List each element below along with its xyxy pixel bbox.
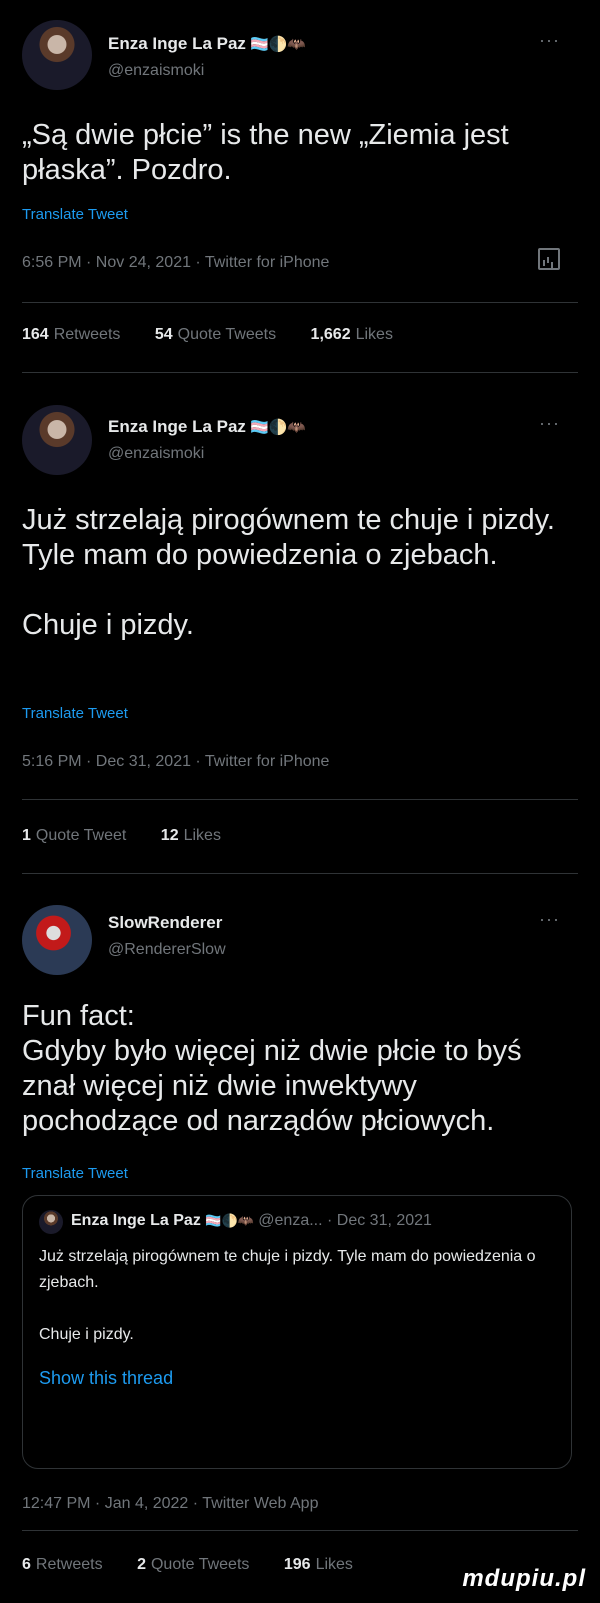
tweet-text: Fun fact: Gdyby było więcej niż dwie płc…: [22, 1000, 522, 1137]
quoted-tweet-header: Enza Inge La Paz 🏳️‍⚧️🌓🦇 @enza... · Dec …: [71, 1212, 432, 1230]
likes-stat[interactable]: 12 Likes: [161, 827, 221, 844]
tweet-1[interactable]: Enza Inge La Paz 🏳️‍⚧️🌓🦇 @enzaismoki ··· …: [0, 0, 600, 375]
handle[interactable]: @enzaismoki: [108, 62, 204, 80]
avatar[interactable]: [22, 20, 92, 90]
handle[interactable]: @RendererSlow: [108, 941, 226, 959]
display-name[interactable]: Enza Inge La Paz 🏳️‍⚧️🌓🦇: [108, 417, 306, 437]
tweet-meta[interactable]: 6:56 PM · Nov 24, 2021 · Twitter for iPh…: [22, 254, 329, 272]
translate-tweet-link[interactable]: Translate Tweet: [22, 206, 128, 223]
quoted-text: Już strzelają pirogównem te chuje i pizd…: [39, 1244, 559, 1374]
tweet-stats: 1 Quote Tweet 12 Likes: [22, 827, 251, 845]
divider: [22, 799, 578, 800]
tweet-2[interactable]: Enza Inge La Paz 🏳️‍⚧️🌓🦇 @enzaismoki ··· …: [0, 375, 600, 875]
tweet-text: „Są dwie płcie” is the new „Ziemia jest …: [22, 119, 509, 186]
tweet-stats: 6 Retweets 2 Quote Tweets 196 Likes: [22, 1556, 383, 1574]
name-emoji: 🏳️‍⚧️🌓🦇: [249, 36, 306, 53]
quoted-paragraph: Chuje i pizdy.: [39, 1326, 134, 1343]
more-options-icon[interactable]: ···: [539, 30, 560, 51]
display-name[interactable]: Enza Inge La Paz 🏳️‍⚧️🌓🦇: [108, 34, 306, 54]
name-emoji: 🏳️‍⚧️🌓🦇: [205, 1213, 254, 1228]
tweet-paragraph: Już strzelają pirogównem te chuje i pizd…: [22, 504, 555, 571]
analytics-icon[interactable]: [538, 248, 560, 270]
more-options-icon[interactable]: ···: [539, 413, 560, 434]
tweet-paragraph: Chuje i pizdy.: [22, 609, 194, 641]
quote-tweets-stat[interactable]: 2 Quote Tweets: [137, 1556, 249, 1573]
likes-stat[interactable]: 1,662 Likes: [311, 326, 393, 343]
tweet-meta[interactable]: 12:47 PM · Jan 4, 2022 · Twitter Web App: [22, 1495, 318, 1513]
handle[interactable]: @enzaismoki: [108, 445, 204, 463]
quoted-meta: @enza... · Dec 31, 2021: [258, 1212, 432, 1229]
quoted-paragraph: Już strzelają pirogównem te chuje i pizd…: [39, 1248, 536, 1291]
avatar[interactable]: [22, 405, 92, 475]
more-options-icon[interactable]: ···: [539, 909, 560, 930]
tweet-text: Już strzelają pirogównem te chuje i pizd…: [22, 503, 577, 643]
retweets-stat[interactable]: 6 Retweets: [22, 1556, 103, 1573]
translate-tweet-link[interactable]: Translate Tweet: [22, 1165, 128, 1182]
retweets-stat[interactable]: 164 Retweets: [22, 326, 120, 343]
show-thread-link[interactable]: Show this thread: [39, 1368, 173, 1389]
translate-tweet-link[interactable]: Translate Tweet: [22, 705, 128, 722]
display-name[interactable]: SlowRenderer: [108, 913, 222, 933]
divider: [22, 372, 578, 373]
display-name: Enza Inge La Paz: [71, 1212, 201, 1229]
divider: [22, 873, 578, 874]
likes-stat[interactable]: 196 Likes: [284, 1556, 353, 1573]
divider: [22, 302, 578, 303]
watermark: mdupiu.pl: [462, 1565, 586, 1592]
divider: [22, 1530, 578, 1531]
name-emoji: 🏳️‍⚧️🌓🦇: [249, 419, 306, 436]
quote-tweets-stat[interactable]: 1 Quote Tweet: [22, 827, 126, 844]
avatar[interactable]: [39, 1210, 63, 1234]
tweet-meta[interactable]: 5:16 PM · Dec 31, 2021 · Twitter for iPh…: [22, 753, 329, 771]
quoted-tweet[interactable]: Enza Inge La Paz 🏳️‍⚧️🌓🦇 @enza... · Dec …: [22, 1195, 572, 1469]
tweet-stats: 164 Retweets 54 Quote Tweets 1,662 Likes: [22, 326, 423, 344]
avatar[interactable]: [22, 905, 92, 975]
quote-tweets-stat[interactable]: 54 Quote Tweets: [155, 326, 276, 343]
